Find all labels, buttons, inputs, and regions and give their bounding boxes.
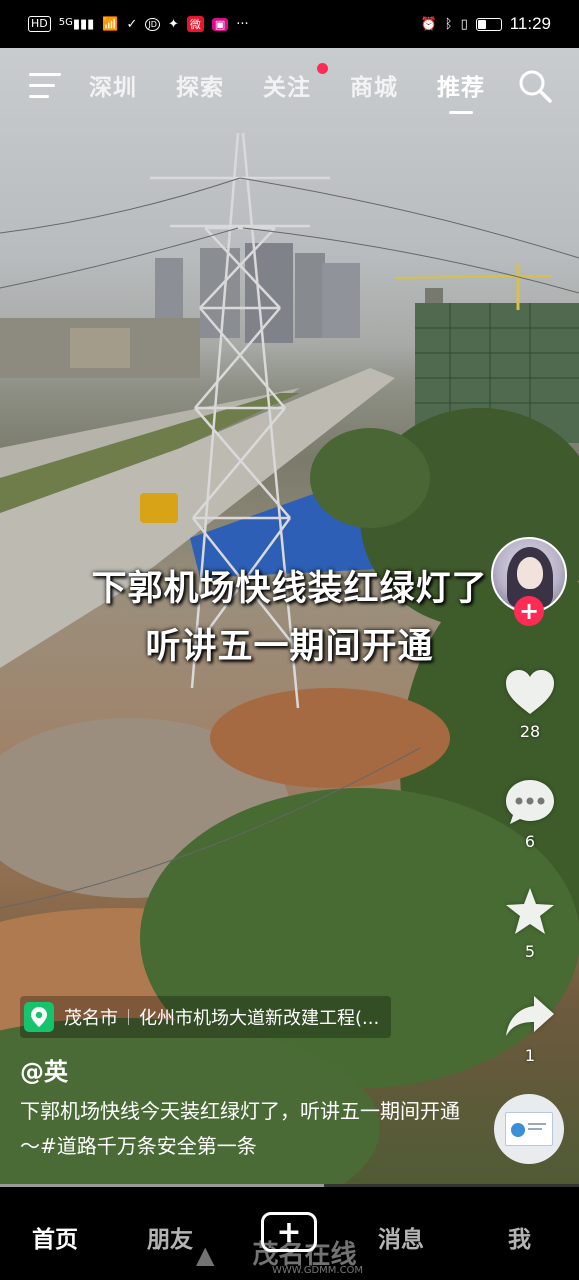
clock: 11:29 <box>509 14 551 33</box>
app-notification-icon: ✓ <box>126 16 138 32</box>
comment-icon <box>506 780 554 824</box>
battery-icon <box>475 17 502 31</box>
app-icon: ▣ <box>211 17 229 31</box>
location-tag[interactable]: 茂名市 化州市机场大道新改建工程(... <box>20 996 392 1038</box>
location-separator <box>128 1009 129 1025</box>
wifi-icon: 📶 <box>102 16 119 32</box>
following-badge-dot <box>317 63 328 74</box>
video-description[interactable]: 下郭机场快线今天装红绿灯了，听讲五一期间开通～#道路千万条安全第一条 <box>20 1094 460 1164</box>
like-button[interactable]: 28 <box>500 668 560 741</box>
favorite-count: 5 <box>524 942 536 961</box>
heart-icon <box>506 670 554 714</box>
top-nav: 深圳 探索 关注 商城 推荐 <box>0 48 579 124</box>
status-bar: HD 5G▮▮▮ 📶 ✓ JD ✦ 微 ▣ ··· ⏰ ᛒ ▯ 11:29 <box>0 0 579 48</box>
author-name[interactable]: @英 <box>20 1052 68 1087</box>
nav-friends[interactable]: 朋友 <box>147 1220 193 1254</box>
notification-icon: ✦ <box>167 16 179 32</box>
caption-line-2: 听讲五一期间开通 <box>145 627 434 667</box>
comment-button[interactable]: 6 <box>500 778 560 851</box>
signal-icon: 5G▮▮▮ <box>58 16 95 32</box>
tab-following[interactable]: 关注 <box>263 68 311 102</box>
alarm-icon: ⏰ <box>420 16 437 32</box>
location-pin-icon <box>24 1002 54 1032</box>
avatar-face <box>517 557 543 589</box>
tab-mall[interactable]: 商城 <box>350 68 398 102</box>
nav-me[interactable]: 我 <box>508 1220 531 1254</box>
tab-recommended[interactable]: 推荐 <box>437 68 485 114</box>
active-tab-indicator <box>449 111 473 114</box>
location-place: 化州市机场大道新改建工程(... <box>139 1008 380 1029</box>
tab-recommended-label: 推荐 <box>437 75 485 101</box>
nav-home[interactable]: 首页 <box>32 1220 78 1254</box>
watermark-logo-icon: ▲ <box>196 1241 215 1269</box>
comment-count: 6 <box>524 832 536 851</box>
search-icon[interactable] <box>517 68 553 104</box>
location-city: 茂名市 <box>64 1008 118 1029</box>
star-icon <box>506 888 554 934</box>
jd-icon: JD <box>145 17 160 31</box>
music-cover-icon <box>505 1112 553 1146</box>
nav-messages[interactable]: 消息 <box>378 1220 424 1254</box>
watermark-url: WWW.GDMM.COM <box>272 1265 364 1276</box>
more-notifications-icon: ··· <box>236 16 249 32</box>
hd-icon: HD <box>28 16 51 32</box>
favorite-button[interactable]: 5 <box>500 886 560 961</box>
share-count: 1 <box>524 1046 536 1065</box>
like-count: 28 <box>519 722 541 741</box>
tab-explore[interactable]: 探索 <box>176 68 224 102</box>
weibo-icon: 微 <box>186 16 204 32</box>
share-arrow-icon <box>506 996 554 1036</box>
share-button[interactable]: 1 <box>500 994 560 1065</box>
network-type: 5G <box>58 16 73 28</box>
menu-icon[interactable] <box>29 72 61 100</box>
tab-shenzhen[interactable]: 深圳 <box>89 68 137 102</box>
music-disc[interactable] <box>494 1094 564 1164</box>
vibrate-icon: ▯ <box>460 16 468 32</box>
bluetooth-icon: ᛒ <box>444 16 453 32</box>
follow-button[interactable]: + <box>514 596 544 626</box>
